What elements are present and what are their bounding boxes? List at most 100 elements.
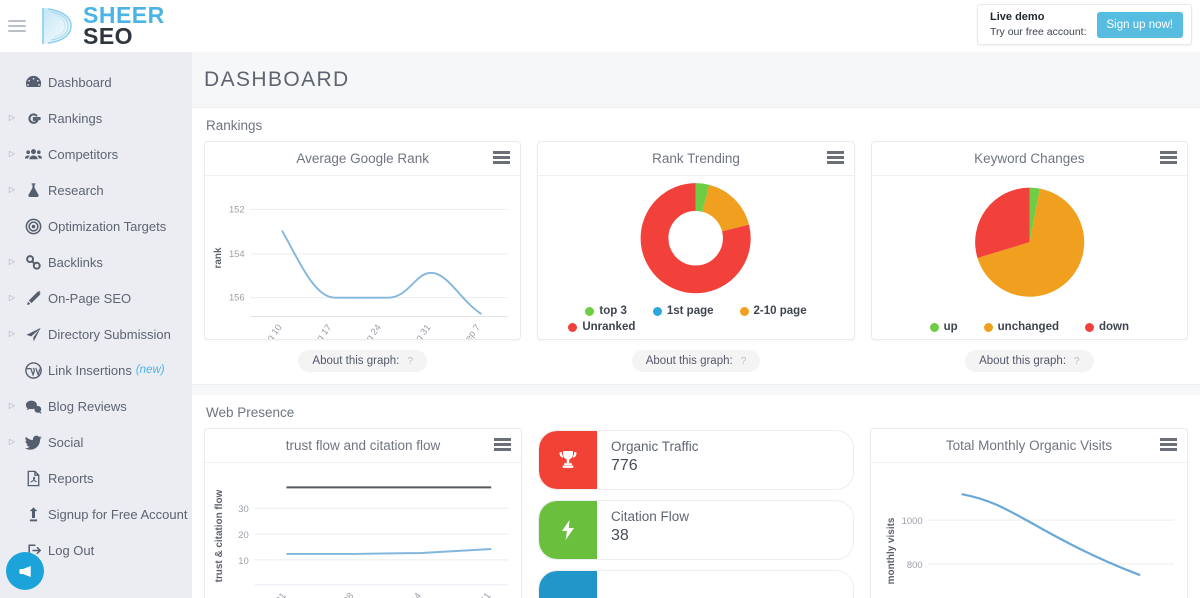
legend-label: down — [1099, 321, 1130, 333]
legend-item[interactable]: up — [929, 321, 958, 333]
brand-logo[interactable]: SHEER SEO — [38, 4, 165, 48]
web-presence-section: Web Presence trust flow and citation flo… — [192, 395, 1200, 598]
flask-icon — [18, 181, 48, 200]
chart-context-menu-icon[interactable] — [826, 151, 844, 164]
megaphone-announcement-icon[interactable] — [6, 552, 44, 590]
svg-text:monthly visits: monthly visits — [886, 517, 897, 584]
about-label: About this graph: — [979, 355, 1067, 367]
sidebar-item-optimization-targets[interactable]: Optimization Targets — [0, 208, 192, 244]
chart-legend: up unchanged down — [872, 321, 1187, 333]
users-group-icon — [18, 145, 48, 164]
svg-text:trust & citation flow: trust & citation flow — [214, 489, 225, 582]
legend-label: Unranked — [582, 321, 636, 333]
pdf-document-icon — [18, 469, 48, 488]
help-question-icon[interactable]: ? — [1074, 356, 1080, 367]
upload-arrow-icon — [18, 505, 48, 524]
app-root: SHEER SEO Live demo Try our free account… — [0, 0, 1200, 598]
metric-card-organic-traffic[interactable]: Organic Traffic 776 — [538, 430, 854, 490]
metric-value: 38 — [611, 526, 629, 544]
live-demo-box: Live demo Try our free account: Sign up … — [977, 4, 1192, 46]
about-this-graph-button[interactable]: About this graph: ? — [298, 350, 427, 372]
metric-card-citation-flow[interactable]: Citation Flow 38 — [538, 500, 854, 560]
legend-item[interactable]: 1st page — [652, 305, 714, 317]
legend-item[interactable]: top 3 — [585, 305, 627, 317]
chart-title: Average Google Rank — [296, 151, 429, 166]
chart-body: 1000 800 600 monthly visits — [871, 463, 1187, 598]
legend-dot-green — [585, 306, 595, 316]
sidebar-item-blog-reviews[interactable]: ▷ Blog Reviews — [0, 388, 192, 424]
sidebar-item-rankings[interactable]: ▷ Rankings — [0, 100, 192, 136]
chart-context-menu-icon[interactable] — [493, 151, 511, 164]
help-question-icon[interactable]: ? — [741, 356, 747, 367]
sidebar-item-label: Signup for Free Account — [48, 506, 188, 522]
twitter-bird-icon — [18, 433, 48, 452]
legend-dot-blue — [652, 306, 662, 316]
sidebar-item-reports[interactable]: Reports — [0, 460, 192, 496]
help-question-icon[interactable]: ? — [407, 356, 413, 367]
sidebar-item-label: Directory Submission — [48, 326, 171, 342]
card-header: Total Monthly Organic Visits — [871, 429, 1187, 463]
legend-item[interactable]: 2-10 page — [739, 305, 807, 317]
legend-item[interactable]: down — [1085, 321, 1129, 333]
trophy-icon — [539, 431, 597, 489]
metric-value: 776 — [611, 456, 638, 474]
svg-text:152: 152 — [229, 203, 245, 214]
sidebar-item-dashboard[interactable]: Dashboard — [0, 64, 192, 100]
about-graph-row: About this graph: ? About this graph: ? … — [204, 350, 1188, 372]
section-title-rankings: Rankings — [206, 118, 263, 133]
sidebar-item-link-insertions[interactable]: Link Insertions (new) — [0, 352, 192, 388]
sidebar-item-label: Reports — [48, 470, 94, 486]
sidebar-item-on-page-seo[interactable]: ▷ On-Page SEO — [0, 280, 192, 316]
chevron-right-icon[interactable]: ▷ — [6, 330, 18, 338]
chevron-right-icon[interactable]: ▷ — [6, 438, 18, 446]
chart-context-menu-icon[interactable] — [1159, 151, 1177, 164]
svg-text:800: 800 — [907, 560, 923, 571]
chevron-right-icon[interactable]: ▷ — [6, 258, 18, 266]
chat-bubbles-icon — [18, 397, 48, 416]
chart-context-menu-icon[interactable] — [494, 438, 511, 451]
chevron-right-icon[interactable]: ▷ — [6, 114, 18, 122]
chart-card-rank-trending: Rank Trending top 3 1st page 2-10 page U… — [537, 141, 855, 340]
about-label: About this graph: — [645, 355, 733, 367]
svg-text:Sep 11: Sep 11 — [467, 591, 494, 598]
hamburger-menu-icon[interactable] — [2, 20, 32, 32]
svg-text:rank: rank — [213, 247, 224, 268]
legend-item[interactable]: unchanged — [983, 321, 1059, 333]
svg-text:Aug 17: Aug 17 — [306, 322, 333, 339]
chevron-right-icon[interactable]: ▷ — [6, 294, 18, 302]
svg-text:Sep 4: Sep 4 — [400, 591, 424, 598]
svg-text:1000: 1000 — [902, 516, 923, 527]
chart-card-keyword-changes: Keyword Changes up unchanged down — [870, 141, 1188, 340]
legend-label: top 3 — [599, 305, 627, 317]
card-header: Keyword Changes — [871, 142, 1187, 176]
lightning-bolt-icon — [539, 501, 597, 559]
sidebar-item-label: Social — [48, 434, 84, 450]
sign-up-now-button[interactable]: Sign up now! — [1096, 11, 1183, 38]
chevron-right-icon[interactable]: ▷ — [6, 402, 18, 410]
about-this-graph-button[interactable]: About this graph: ? — [965, 350, 1094, 372]
sidebar-item-backlinks[interactable]: ▷ Backlinks — [0, 244, 192, 280]
sidebar-item-competitors[interactable]: ▷ Competitors — [0, 136, 192, 172]
sidebar-item-badge: (new) — [135, 364, 165, 376]
chevron-right-icon[interactable]: ▷ — [6, 150, 18, 158]
chart-title: Rank Trending — [652, 151, 740, 166]
chart-body: 30 20 10 trust & citation flow Aug 21 Au… — [205, 463, 521, 598]
svg-text:10: 10 — [238, 556, 249, 567]
sidebar-item-research[interactable]: ▷ Research — [0, 172, 192, 208]
metric-card-third[interactable] — [538, 570, 854, 598]
sidebar-item-social[interactable]: ▷ Social — [0, 424, 192, 460]
sidebar-item-signup-free-account[interactable]: Signup for Free Account — [0, 496, 192, 532]
sidebar: Dashboard ▷ Rankings ▷ Competitors ▷ Res… — [0, 52, 192, 598]
sidebar-item-directory-submission[interactable]: ▷ Directory Submission — [0, 316, 192, 352]
about-this-graph-button[interactable]: About this graph: ? — [631, 350, 761, 372]
average-google-rank-line-chart: 152 154 156 rank Aug 10 Aug 17 Aug 24 Au… — [213, 203, 508, 352]
concentric-rings-logo — [42, 8, 72, 44]
main-content: DASHBOARD Rankings Average Google Rank 1… — [192, 52, 1200, 598]
page-header: DASHBOARD — [192, 52, 1200, 108]
svg-text:Aug 10: Aug 10 — [257, 322, 284, 339]
svg-text:154: 154 — [229, 248, 245, 259]
chevron-right-icon[interactable]: ▷ — [6, 186, 18, 194]
about-cell: About this graph: ? — [537, 350, 854, 372]
chart-context-menu-icon[interactable] — [1160, 438, 1177, 451]
legend-item[interactable]: Unranked — [546, 321, 845, 333]
